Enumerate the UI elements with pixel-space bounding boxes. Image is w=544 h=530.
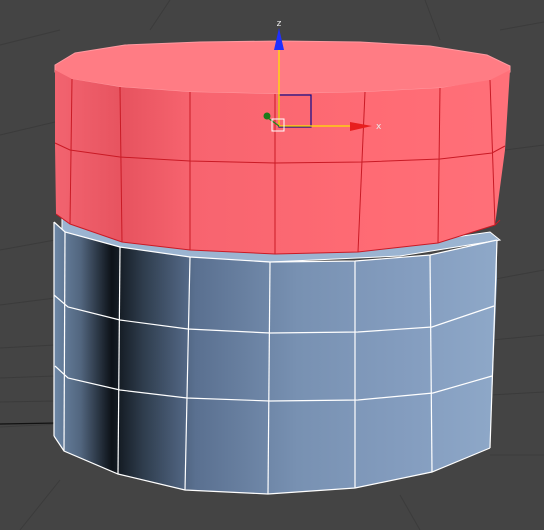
gizmo-x-label: x [376,122,382,132]
gizmo-z-arrow-icon[interactable] [274,28,284,50]
perspective-viewport[interactable]: z x [0,0,544,530]
grid-home-line [0,422,59,425]
base-cylinder[interactable] [53,217,502,495]
gizmo-z-label: z [277,19,282,29]
gizmo-y-arrow-icon[interactable] [263,112,271,120]
selected-cylinder-body [55,70,510,254]
selected-cylinder[interactable] [54,40,511,255]
viewport-canvas[interactable]: z x [0,0,544,530]
